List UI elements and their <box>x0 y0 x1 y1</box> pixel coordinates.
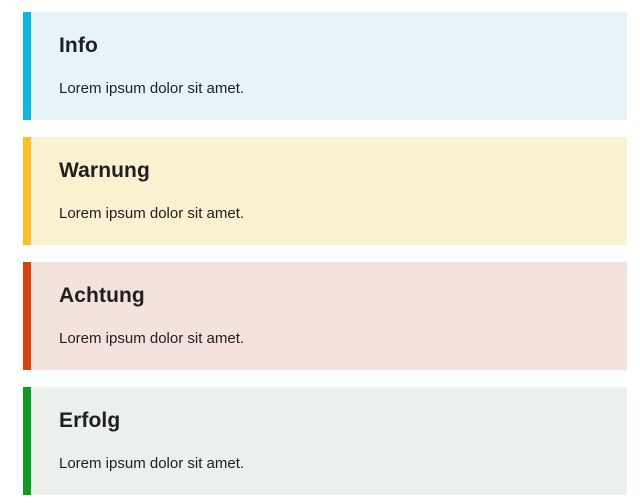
alert-text: Lorem ipsum dolor sit amet. <box>59 205 245 222</box>
alert-list: Info Lorem ipsum dolor sit amet. Warnung… <box>23 12 627 495</box>
alert-title: Erfolg <box>59 409 121 432</box>
alert-text: Lorem ipsum dolor sit amet. <box>59 455 245 472</box>
alert-text: Lorem ipsum dolor sit amet. <box>59 330 245 347</box>
alert-title: Info <box>59 34 98 57</box>
warning-alert: Warnung Lorem ipsum dolor sit amet. <box>23 137 627 245</box>
danger-alert: Achtung Lorem ipsum dolor sit amet. <box>23 262 627 370</box>
success-alert: Erfolg Lorem ipsum dolor sit amet. <box>23 387 627 495</box>
alert-text: Lorem ipsum dolor sit amet. <box>59 80 245 97</box>
info-alert: Info Lorem ipsum dolor sit amet. <box>23 12 627 120</box>
alert-title: Achtung <box>59 284 145 307</box>
alert-title: Warnung <box>59 159 150 182</box>
